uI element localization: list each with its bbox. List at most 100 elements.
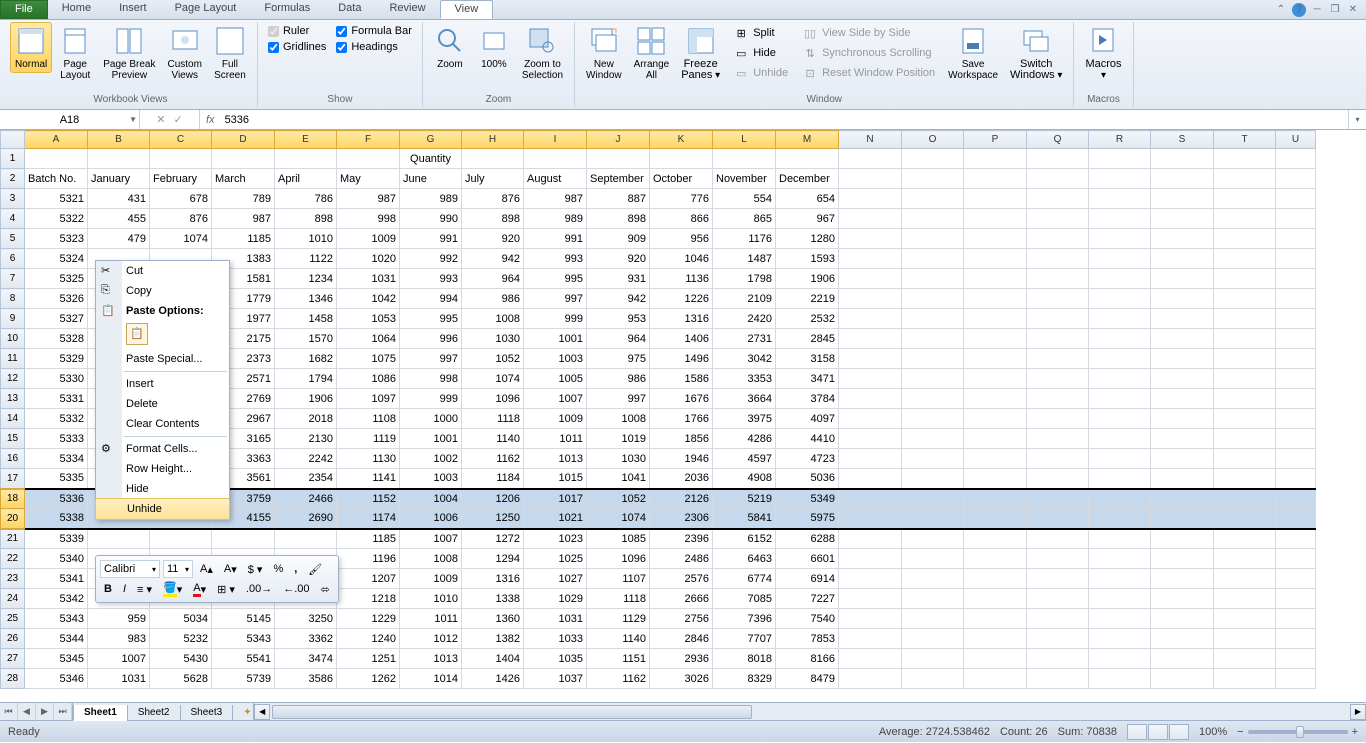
cell[interactable] bbox=[839, 329, 902, 349]
cell[interactable] bbox=[1276, 249, 1316, 269]
cell[interactable]: 7853 bbox=[776, 629, 839, 649]
cell[interactable]: 994 bbox=[400, 289, 462, 309]
cell[interactable]: 1176 bbox=[713, 229, 776, 249]
row-header[interactable]: 7 bbox=[1, 269, 25, 289]
cell[interactable]: 997 bbox=[587, 389, 650, 409]
cell[interactable] bbox=[964, 649, 1027, 669]
cell[interactable]: 1052 bbox=[462, 349, 524, 369]
cell[interactable] bbox=[839, 389, 902, 409]
percent-format-button[interactable]: % bbox=[269, 560, 287, 578]
switch-windows-button[interactable]: Switch Windows ▾ bbox=[1005, 22, 1067, 84]
row-header[interactable]: 10 bbox=[1, 329, 25, 349]
cell[interactable]: 993 bbox=[524, 249, 587, 269]
col-header[interactable]: D bbox=[212, 131, 275, 149]
row-header[interactable]: 28 bbox=[1, 669, 25, 689]
cell[interactable] bbox=[88, 149, 150, 169]
cell[interactable] bbox=[1276, 489, 1316, 509]
row-header[interactable]: 20 bbox=[1, 509, 25, 529]
cell[interactable]: 3362 bbox=[275, 629, 337, 649]
cell[interactable]: 975 bbox=[587, 349, 650, 369]
cell[interactable] bbox=[1027, 169, 1089, 189]
cell[interactable]: 6914 bbox=[776, 569, 839, 589]
cell[interactable]: 1682 bbox=[275, 349, 337, 369]
cell[interactable] bbox=[1151, 189, 1214, 209]
row-header[interactable]: 25 bbox=[1, 609, 25, 629]
cell[interactable] bbox=[1214, 669, 1276, 689]
cell[interactable]: 1122 bbox=[275, 249, 337, 269]
cell[interactable]: 4410 bbox=[776, 429, 839, 449]
cell[interactable]: 5841 bbox=[713, 509, 776, 529]
cell[interactable] bbox=[1089, 349, 1151, 369]
cell[interactable] bbox=[1276, 449, 1316, 469]
cell[interactable] bbox=[839, 609, 902, 629]
cell[interactable]: 1075 bbox=[337, 349, 400, 369]
context-copy[interactable]: ⎘Copy bbox=[96, 281, 229, 301]
macros-button[interactable]: Macros▾ bbox=[1080, 22, 1126, 84]
col-header[interactable]: I bbox=[524, 131, 587, 149]
restore-icon[interactable]: ❐ bbox=[1328, 3, 1342, 17]
cell[interactable]: 7085 bbox=[713, 589, 776, 609]
cell[interactable]: 5323 bbox=[25, 229, 88, 249]
cell[interactable]: 4097 bbox=[776, 409, 839, 429]
cell[interactable]: 2420 bbox=[713, 309, 776, 329]
cell[interactable] bbox=[964, 429, 1027, 449]
cell[interactable]: 1404 bbox=[462, 649, 524, 669]
cell[interactable]: 942 bbox=[462, 249, 524, 269]
cell[interactable] bbox=[1276, 309, 1316, 329]
cell[interactable]: 5219 bbox=[713, 489, 776, 509]
view-pagelayout-button[interactable] bbox=[1148, 724, 1168, 740]
cell[interactable]: 5335 bbox=[25, 469, 88, 489]
row-header[interactable]: 4 bbox=[1, 209, 25, 229]
cell[interactable]: October bbox=[650, 169, 713, 189]
cell[interactable]: 1014 bbox=[400, 669, 462, 689]
cell[interactable]: 5628 bbox=[150, 669, 212, 689]
cell[interactable]: 1240 bbox=[337, 629, 400, 649]
cell[interactable] bbox=[839, 509, 902, 529]
cell[interactable]: 986 bbox=[462, 289, 524, 309]
cell[interactable]: 1141 bbox=[337, 469, 400, 489]
cell[interactable] bbox=[1151, 409, 1214, 429]
shrink-font-button[interactable]: A▾ bbox=[220, 560, 241, 578]
cell[interactable]: 5340 bbox=[25, 549, 88, 569]
cell[interactable]: 2018 bbox=[275, 409, 337, 429]
row-header[interactable]: 27 bbox=[1, 649, 25, 669]
cell[interactable]: 1006 bbox=[400, 509, 462, 529]
cell[interactable] bbox=[964, 269, 1027, 289]
unhide-button[interactable]: ▭Unhide bbox=[729, 64, 792, 82]
cell[interactable]: 5327 bbox=[25, 309, 88, 329]
cell[interactable]: 5339 bbox=[25, 529, 88, 549]
cell[interactable] bbox=[1027, 609, 1089, 629]
row-header[interactable]: 16 bbox=[1, 449, 25, 469]
cell[interactable] bbox=[839, 649, 902, 669]
cell[interactable]: 1000 bbox=[400, 409, 462, 429]
cell[interactable]: 987 bbox=[337, 189, 400, 209]
cell[interactable]: 6463 bbox=[713, 549, 776, 569]
cell[interactable] bbox=[964, 409, 1027, 429]
cell[interactable]: 987 bbox=[524, 189, 587, 209]
split-button[interactable]: ⊞Split bbox=[729, 24, 792, 42]
cell[interactable]: 776 bbox=[650, 189, 713, 209]
cell[interactable]: 654 bbox=[776, 189, 839, 209]
cell[interactable] bbox=[1151, 469, 1214, 489]
cell[interactable]: 2532 bbox=[776, 309, 839, 329]
cell[interactable] bbox=[1027, 289, 1089, 309]
cell[interactable]: 2306 bbox=[650, 509, 713, 529]
cell[interactable]: 5328 bbox=[25, 329, 88, 349]
cell[interactable] bbox=[902, 409, 964, 429]
cell[interactable] bbox=[1214, 189, 1276, 209]
cell[interactable] bbox=[839, 229, 902, 249]
cell[interactable] bbox=[1089, 169, 1151, 189]
formula-input[interactable] bbox=[221, 110, 1348, 129]
cell[interactable]: 1218 bbox=[337, 589, 400, 609]
cell[interactable]: 1196 bbox=[337, 549, 400, 569]
cell[interactable]: 2756 bbox=[650, 609, 713, 629]
cell[interactable]: 1025 bbox=[524, 549, 587, 569]
bold-button[interactable]: B bbox=[100, 580, 116, 598]
cell[interactable] bbox=[1089, 609, 1151, 629]
cell[interactable]: 1085 bbox=[587, 529, 650, 549]
cell[interactable]: 5333 bbox=[25, 429, 88, 449]
page-layout-button[interactable]: Page Layout bbox=[54, 22, 96, 84]
cell[interactable] bbox=[1027, 629, 1089, 649]
zoom-level[interactable]: 100% bbox=[1199, 726, 1227, 738]
cell[interactable] bbox=[964, 569, 1027, 589]
